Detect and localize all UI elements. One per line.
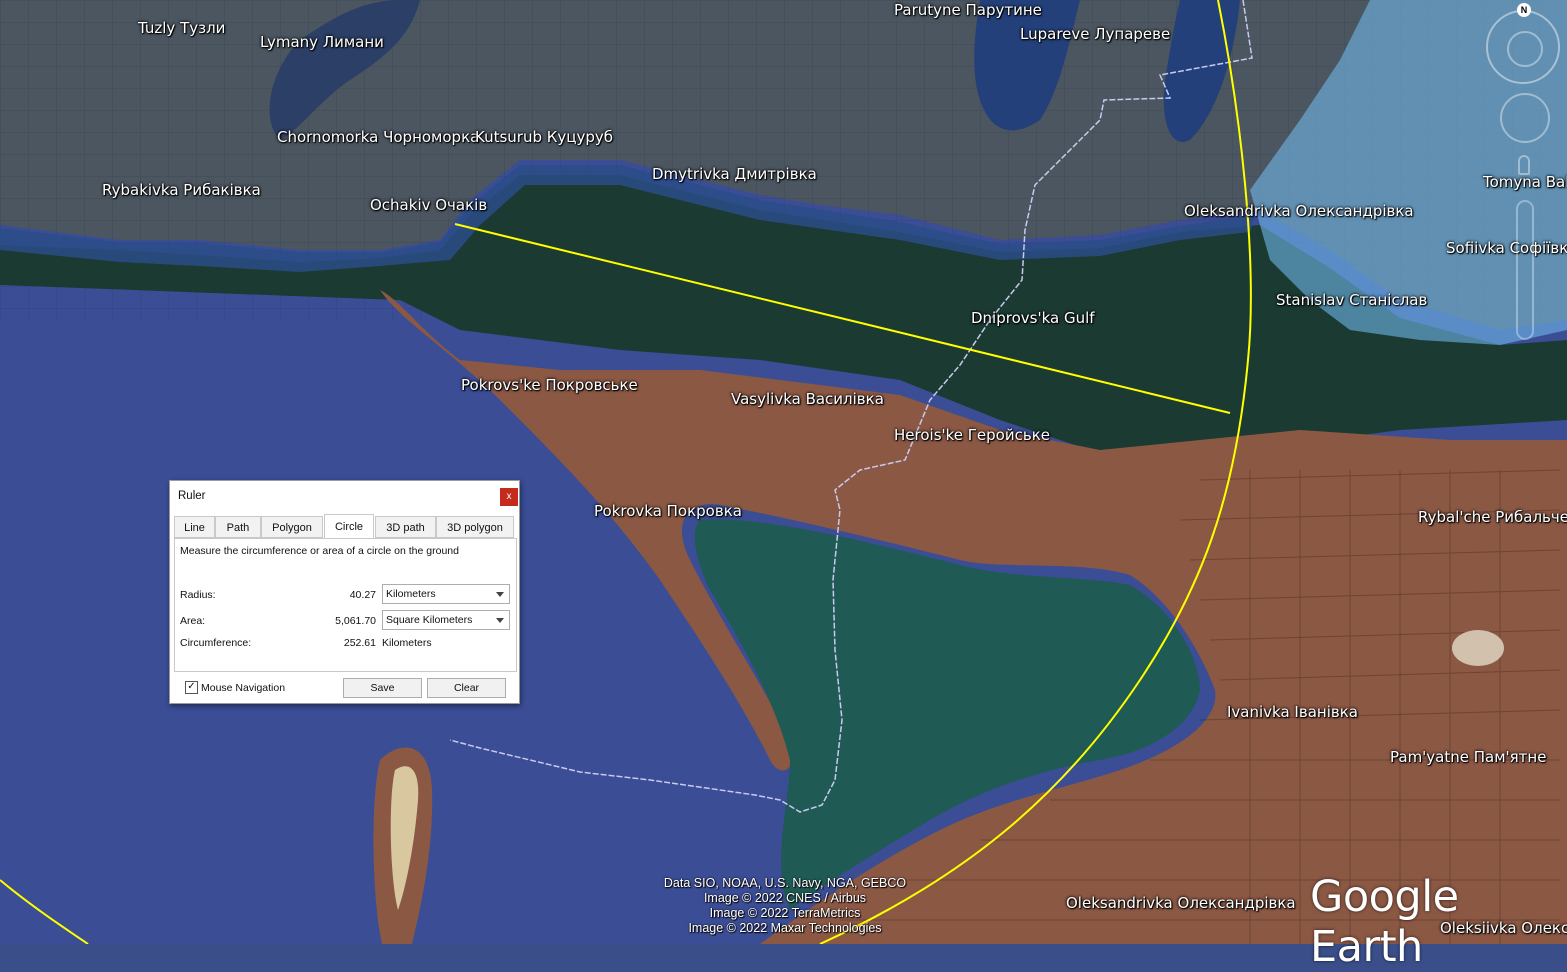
place-pamyatne: Pam'yatne Пам'ятне xyxy=(1390,748,1547,766)
circumference-value: 252.61 xyxy=(343,637,376,649)
ruler-footer: ✓ Mouse Navigation Save Clear xyxy=(174,677,517,701)
circumference-label: Circumference: xyxy=(180,637,252,649)
place-kutsurub: Kutsurub Куцуруб xyxy=(475,128,614,146)
place-pokrovka: Pokrovka Покровка xyxy=(594,502,742,520)
place-lymany: Lymany Лимани xyxy=(260,33,384,51)
salt-lake xyxy=(1452,630,1504,666)
place-lupareve: Lupareve Лупареве xyxy=(1020,25,1171,43)
area-label: Area: xyxy=(180,615,206,627)
ruler-dialog: Ruler x Line Path Polygon Circle 3D path… xyxy=(169,480,520,704)
place-parutyne: Parutyne Парутине xyxy=(894,1,1042,19)
area-value: 5,061.70 xyxy=(335,615,376,627)
place-vasylivka: Vasylivka Василівка xyxy=(731,390,884,408)
ruler-title: Ruler xyxy=(178,490,206,502)
place-sofiivka: Sofiivka Софіївк xyxy=(1446,239,1567,257)
radius-label: Radius: xyxy=(180,589,216,601)
place-dniprovska-gulf: Dniprovs'ka Gulf xyxy=(971,309,1095,327)
place-chornomorka: Chornomorka Чорноморка xyxy=(277,128,480,146)
radius-unit-value: Kilometers xyxy=(386,588,436,600)
satellite-map[interactable] xyxy=(0,0,1567,944)
circle-panel: Measure the circumference or area of a c… xyxy=(174,538,517,672)
place-ivanivka: Ivanivka Іванівка xyxy=(1227,703,1358,721)
tab-circle[interactable]: Circle xyxy=(324,514,374,539)
street-view-person-icon[interactable] xyxy=(1518,155,1530,175)
tab-line[interactable]: Line xyxy=(174,516,215,538)
place-rybalche: Rybal'che Рибальче xyxy=(1418,508,1567,526)
place-heroiske: Herois'ke Геройське xyxy=(894,426,1050,444)
imagery-attribution: Data SIO, NOAA, U.S. Navy, NGA, GEBCO Im… xyxy=(640,876,930,936)
radius-unit-select[interactable]: Kilometers xyxy=(382,584,510,604)
attribution-line: Image © 2022 Maxar Technologies xyxy=(688,921,882,935)
attribution-line: Data SIO, NOAA, U.S. Navy, NGA, GEBCO xyxy=(663,876,907,890)
place-ochakiv: Ochakiv Очаків xyxy=(370,196,488,214)
place-oleksandrivka-south: Oleksandrivka Олександрівка xyxy=(1066,894,1296,912)
clear-button[interactable]: Clear xyxy=(427,678,506,698)
chevron-down-icon[interactable] xyxy=(496,618,504,623)
zoom-slider[interactable] xyxy=(1516,200,1534,340)
tab-3d-polygon[interactable]: 3D polygon xyxy=(436,516,514,538)
place-rybakivka: Rybakivka Рибаківка xyxy=(102,181,261,199)
place-oleksandrivka-north: Oleksandrivka Олександрівка xyxy=(1184,202,1414,220)
google-earth-logo: Google Earth xyxy=(1310,872,1459,972)
save-button[interactable]: Save xyxy=(343,678,422,698)
mouse-navigation-checkbox[interactable]: ✓ xyxy=(185,681,198,694)
radius-value: 40.27 xyxy=(349,589,376,601)
place-pokrovske: Pokrovs'ke Покровське xyxy=(461,376,638,394)
area-unit-select[interactable]: Square Kilometers xyxy=(382,610,510,630)
place-tuzly: Tuzly Тузли xyxy=(138,19,226,37)
compass-control[interactable]: N xyxy=(1486,3,1560,84)
circumference-unit: Kilometers xyxy=(382,637,432,649)
tab-path[interactable]: Path xyxy=(215,516,261,538)
tab-3d-path[interactable]: 3D path xyxy=(375,516,436,538)
circle-description: Measure the circumference or area of a c… xyxy=(180,545,459,557)
chevron-down-icon[interactable] xyxy=(496,592,504,597)
look-joystick-icon[interactable] xyxy=(1500,93,1550,143)
north-indicator[interactable]: N xyxy=(1517,3,1531,17)
area-unit-value: Square Kilometers xyxy=(386,614,473,626)
compass-ring-icon[interactable] xyxy=(1507,31,1543,67)
close-icon[interactable]: x xyxy=(500,488,518,506)
place-tomyna-balka: Tomyna Bal xyxy=(1483,173,1567,191)
mouse-navigation-label[interactable]: Mouse Navigation xyxy=(201,682,285,694)
tab-polygon[interactable]: Polygon xyxy=(261,516,323,538)
attribution-line: Image © 2022 TerraMetrics xyxy=(709,906,861,920)
attribution-line: Image © 2022 CNES / Airbus xyxy=(703,891,867,905)
place-dmytrivka: Dmytrivka Дмитрівка xyxy=(652,165,817,183)
place-stanislav: Stanislav Станіслав xyxy=(1276,291,1428,309)
